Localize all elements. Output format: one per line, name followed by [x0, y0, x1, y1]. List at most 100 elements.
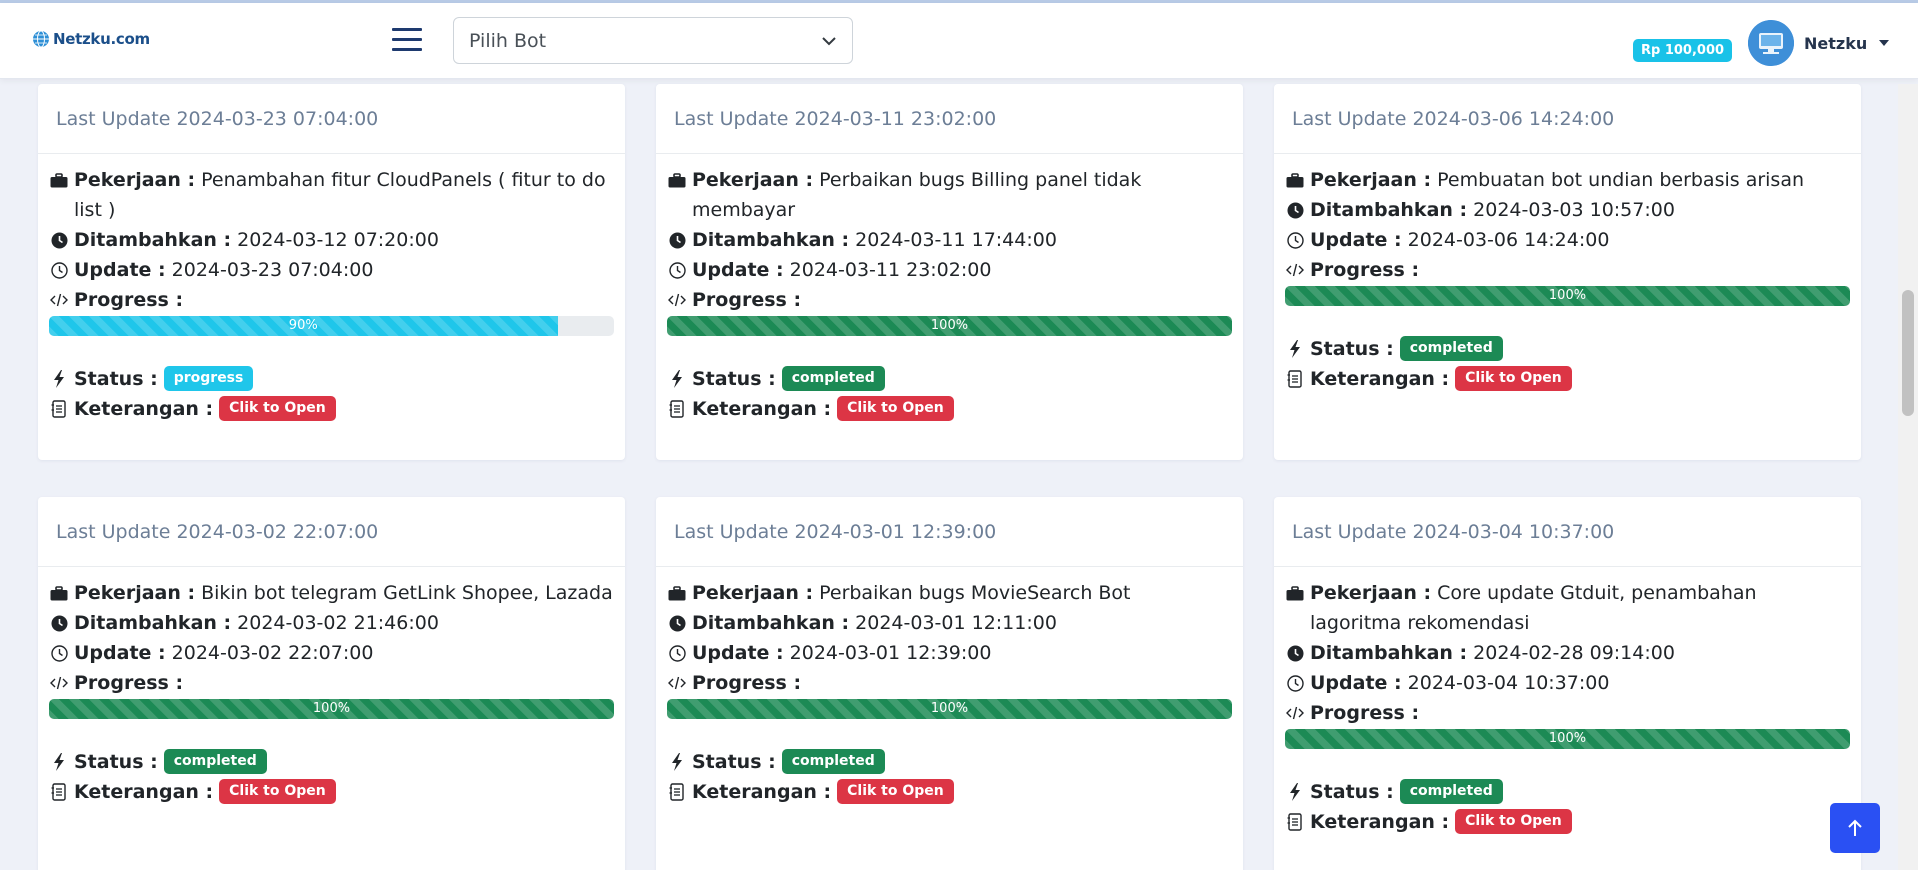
pekerjaan-label: Pekerjaan :	[1310, 169, 1432, 191]
keterangan-label: Keterangan :	[692, 398, 832, 420]
bot-select[interactable]: Pilih Bot	[453, 17, 853, 64]
open-details-button[interactable]: Clik to Open	[837, 396, 954, 421]
briefcase-icon	[1285, 578, 1305, 608]
briefcase-icon	[1285, 165, 1305, 195]
top-navbar: Netzku.com Pilih Bot Rp 100,000 Netzku	[0, 3, 1918, 79]
update-label: Update :	[692, 642, 784, 664]
pekerjaan-row: Pekerjaan : Perbaikan bugs Billing panel …	[667, 165, 1232, 225]
status-label: Status :	[692, 751, 776, 773]
ditambahkan-value: 2024-03-03 10:57:00	[1473, 199, 1675, 221]
progress-percent: 100%	[1548, 731, 1587, 746]
status-badge: completed	[1399, 336, 1503, 361]
chevron-down-icon	[822, 36, 836, 45]
task-card: Last Update 2024-03-04 10:37:00 Pekerjaa…	[1274, 497, 1861, 870]
clock-outline-icon	[1285, 668, 1305, 698]
bolt-icon	[1285, 334, 1305, 364]
progress-label: Progress :	[74, 289, 184, 311]
code-icon	[1285, 698, 1305, 728]
keterangan-row: Keterangan : Clik to Open	[1285, 807, 1850, 837]
open-details-button[interactable]: Clik to Open	[1455, 809, 1572, 834]
briefcase-icon	[49, 578, 69, 608]
progress-row: Progress :	[667, 285, 1232, 315]
pekerjaan-value: Perbaikan bugs MovieSearch Bot	[819, 582, 1131, 604]
ditambahkan-value: 2024-03-02 21:46:00	[237, 612, 439, 634]
clock-solid-icon	[1285, 195, 1305, 225]
progress-bar-fill: 100%	[667, 316, 1232, 336]
update-row: Update :2024-03-02 22:07:00	[49, 638, 614, 668]
card-header-last-update: Last Update 2024-03-23 07:04:00	[38, 84, 625, 154]
update-label: Update :	[1310, 229, 1402, 251]
briefcase-icon	[49, 165, 69, 195]
page-scrollbar[interactable]	[1898, 84, 1918, 870]
status-label: Status :	[74, 368, 158, 390]
update-value: 2024-03-11 23:02:00	[789, 259, 992, 281]
caret-down-icon	[1879, 40, 1890, 46]
pekerjaan-label: Pekerjaan :	[692, 582, 814, 604]
open-details-button[interactable]: Clik to Open	[1455, 366, 1572, 391]
card-body: Pekerjaan : Pembuatan bot undian berbasis…	[1274, 154, 1861, 394]
notes-icon	[1285, 364, 1305, 394]
status-badge: completed	[163, 749, 267, 774]
progress-bar-fill: 100%	[667, 699, 1232, 719]
status-row: Status : completed	[1285, 777, 1850, 807]
pekerjaan-label: Pekerjaan :	[74, 169, 196, 191]
notes-icon	[49, 777, 69, 807]
progress-percent: 100%	[930, 701, 969, 716]
status-row: Status : completed	[49, 747, 614, 777]
progress-bar: 90%	[49, 316, 614, 336]
task-card: Last Update 2024-03-02 22:07:00 Pekerjaa…	[38, 497, 625, 870]
arrow-up-icon	[1848, 819, 1862, 836]
notes-icon	[667, 777, 687, 807]
bolt-icon	[49, 747, 69, 777]
progress-bar: 100%	[49, 699, 614, 719]
status-row: Status : completed	[667, 364, 1232, 394]
card-header-last-update: Last Update 2024-03-02 22:07:00	[38, 497, 625, 567]
status-badge: completed	[1399, 779, 1503, 804]
keterangan-label: Keterangan :	[74, 781, 214, 803]
ditambahkan-value: 2024-03-11 17:44:00	[855, 229, 1057, 251]
hamburger-bar	[392, 48, 422, 51]
status-label: Status :	[692, 368, 776, 390]
keterangan-label: Keterangan :	[1310, 368, 1450, 390]
scroll-to-top-button[interactable]	[1830, 803, 1880, 853]
ditambahkan-label: Ditambahkan :	[692, 612, 850, 634]
open-details-button[interactable]: Clik to Open	[219, 396, 336, 421]
user-menu-dropdown[interactable]: Netzku	[1748, 20, 1890, 66]
update-row: Update :2024-03-04 10:37:00	[1285, 668, 1850, 698]
task-card: Last Update 2024-03-01 12:39:00 Pekerjaa…	[656, 497, 1243, 870]
progress-bar-fill: 100%	[49, 699, 614, 719]
status-label: Status :	[74, 751, 158, 773]
hamburger-bar	[392, 38, 422, 41]
pekerjaan-label: Pekerjaan :	[692, 169, 814, 191]
bot-select-value: Pilih Bot	[469, 29, 547, 52]
ditambahkan-label: Ditambahkan :	[1310, 199, 1468, 221]
progress-label: Progress :	[1310, 259, 1420, 281]
update-label: Update :	[74, 259, 166, 281]
avatar-image	[1748, 20, 1794, 66]
card-body: Pekerjaan : Perbaikan bugs MovieSearch Bo…	[656, 567, 1243, 807]
pekerjaan-row: Pekerjaan : Core update Gtduit, penambaha…	[1285, 578, 1850, 638]
keterangan-label: Keterangan :	[74, 398, 214, 420]
code-icon	[1285, 255, 1305, 285]
clock-solid-icon	[667, 608, 687, 638]
brand-logo-link[interactable]: Netzku.com	[32, 30, 150, 48]
sidebar-toggle-button[interactable]	[392, 28, 422, 54]
pekerjaan-value: Bikin bot telegram GetLink Shopee, Lazad…	[201, 582, 613, 604]
clock-outline-icon	[49, 255, 69, 285]
pekerjaan-row: Pekerjaan : Penambahan fitur CloudPanels …	[49, 165, 614, 225]
ditambahkan-label: Ditambahkan :	[1310, 642, 1468, 664]
open-details-button[interactable]: Clik to Open	[837, 779, 954, 804]
scrollbar-thumb[interactable]	[1902, 290, 1914, 416]
ditambahkan-row: Ditambahkan :2024-03-01 12:11:00	[667, 608, 1232, 638]
status-label: Status :	[1310, 338, 1394, 360]
status-row: Status : completed	[1285, 334, 1850, 364]
pekerjaan-label: Pekerjaan :	[1310, 582, 1432, 604]
open-details-button[interactable]: Clik to Open	[219, 779, 336, 804]
progress-bar-fill: 90%	[49, 316, 558, 336]
bolt-icon	[667, 364, 687, 394]
progress-bar-fill: 100%	[1285, 729, 1850, 749]
ditambahkan-label: Ditambahkan :	[692, 229, 850, 251]
status-row: Status : progress	[49, 364, 614, 394]
ditambahkan-value: 2024-02-28 09:14:00	[1473, 642, 1675, 664]
pekerjaan-value: Pembuatan bot undian berbasis arisan	[1437, 169, 1805, 191]
